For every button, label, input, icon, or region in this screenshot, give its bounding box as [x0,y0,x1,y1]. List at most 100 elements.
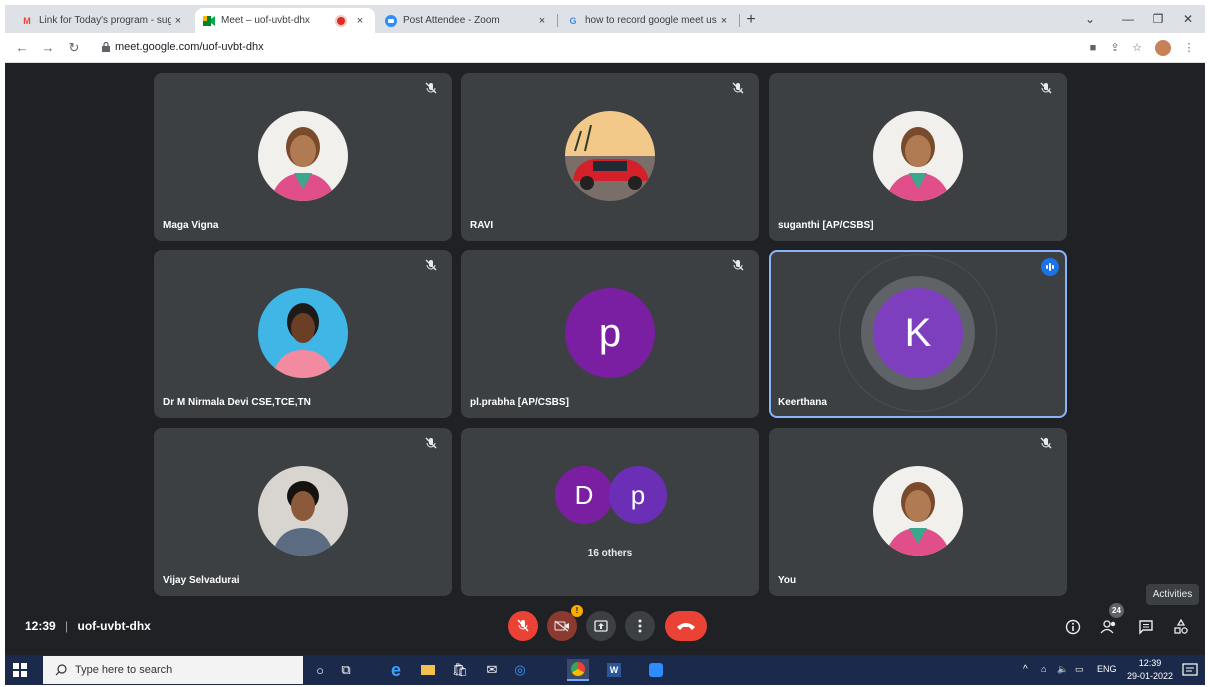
participant-tile[interactable]: p pl.prabha [AP/CSBS] [461,250,759,418]
participant-name: Maga Vigna [163,220,219,231]
profile-avatar[interactable] [1155,40,1171,56]
present-screen-button[interactable] [586,611,616,641]
participant-tile[interactable]: suganthi [AP/CSBS] [769,73,1067,241]
participant-avatar [258,288,348,378]
address-bar[interactable]: meet.google.com/uof-uvbt-dhx [115,41,264,53]
participant-name: pl.prabha [AP/CSBS] [470,397,569,408]
meeting-separator: | [65,619,69,633]
taskbar-clock[interactable]: 12:39 29-01-2022 [1125,657,1175,683]
tab-meet[interactable]: Meet – uof-uvbt-dhx × [195,8,375,33]
close-window-button[interactable]: ✕ [1173,9,1203,29]
gmail-icon: M [23,15,31,26]
chat-button[interactable] [1136,617,1156,637]
participant-tile[interactable]: Dr M Nirmala Devi CSE,TCE,TN [154,250,452,418]
close-icon[interactable]: × [535,15,549,27]
zoom-app-icon[interactable] [645,659,667,681]
taskbar-search-box[interactable]: Type here to search [43,656,303,684]
menu-kebab-icon[interactable]: ⋮ [1181,40,1197,56]
participant-avatar [565,111,655,201]
cortana-icon[interactable]: ○ [309,659,331,681]
meeting-details: 12:39 | uof-uvbt-dhx [25,619,151,633]
mic-off-icon [425,259,437,271]
back-button[interactable]: ← [13,39,31,57]
close-icon[interactable]: × [353,15,367,27]
participant-avatar: p [609,466,667,524]
word-icon[interactable]: W [603,659,625,681]
meeting-code: uof-uvbt-dhx [77,619,151,633]
browser-tab-strip: M Link for Today's program - sugan × Mee… [5,5,1205,33]
clock-time: 12:39 [1138,658,1162,668]
others-tile[interactable]: D p 16 others [461,428,759,596]
browser-toolbar: ← → ↻ meet.google.com/uof-uvbt-dhx ■ ⇪ ☆… [5,33,1205,63]
activities-tooltip: Activities [1146,584,1199,605]
participant-avatar: K [873,288,963,378]
mic-off-icon [517,619,529,632]
screen: M Link for Today's program - sugan × Mee… [5,5,1205,685]
windows-start-icon[interactable] [13,663,27,677]
tab-separator [739,14,740,27]
activities-shapes-icon [1174,619,1188,634]
audio-level-icon [1041,258,1059,276]
mic-off-icon [425,437,437,449]
participants-button[interactable] [1099,617,1119,637]
participant-avatar: p [565,288,655,378]
mic-off-icon [1040,437,1052,449]
tab-title: Link for Today's program - sugan [39,15,171,26]
tab-search-chevron-icon[interactable]: ⌄ [1075,9,1105,29]
participant-name: You [778,575,797,586]
tray-battery-icon[interactable]: ▭ [1075,664,1084,675]
chrome-icon[interactable] [567,659,589,681]
more-options-button[interactable] [625,611,655,641]
share-icon[interactable]: ⇪ [1107,40,1123,56]
participant-tile-active-speaker[interactable]: K Keerthana [769,250,1067,418]
tab-title: how to record google meet using [585,15,717,26]
task-view-icon[interactable]: ⧉ [335,659,357,681]
tab-zoom[interactable]: Post Attendee - Zoom × [377,8,557,33]
more-vert-icon [638,619,642,633]
participant-tile[interactable]: RAVI [461,73,759,241]
language-indicator[interactable]: ENG [1097,664,1117,674]
tray-volume-icon[interactable]: 🔈 [1057,664,1068,675]
camera-off-icon [554,620,569,632]
file-explorer-icon[interactable] [417,659,439,681]
meeting-info-button[interactable] [1063,617,1083,637]
participant-avatar [873,466,963,556]
close-icon[interactable]: × [171,15,185,27]
tray-chevron-icon[interactable]: ^ [1023,664,1028,675]
tray-network-icon[interactable]: ⌂ [1041,664,1046,674]
participant-avatar [873,111,963,201]
mic-off-icon [425,82,437,94]
microphone-toggle-button[interactable] [508,611,538,641]
tab-google-search[interactable]: G how to record google meet using × [559,8,739,33]
mic-off-icon [1040,82,1052,94]
forward-button[interactable]: → [39,39,57,57]
lock-icon[interactable] [102,42,110,52]
bookmark-star-icon[interactable]: ☆ [1129,40,1145,56]
edge-browser-icon[interactable]: e [385,659,407,681]
mail-icon[interactable]: ✉ [481,659,503,681]
mic-off-icon [732,82,744,94]
windows-taskbar: Type here to search ○ ⧉ e 🛍 ✉ ◎ W ^ ⌂ 🔈 … [5,655,1205,685]
camera-in-use-icon[interactable]: ■ [1085,40,1101,56]
store-icon[interactable]: 🛍 [449,659,471,681]
others-count-label: 16 others [587,548,633,559]
search-placeholder: Type here to search [75,664,173,676]
people-icon [1100,620,1116,634]
restore-button[interactable]: ❐ [1143,9,1173,29]
participant-tile[interactable]: Vijay Selvadurai [154,428,452,596]
participant-tile[interactable]: Maga Vigna [154,73,452,241]
participant-name: suganthi [AP/CSBS] [778,220,874,231]
participant-count-badge: 24 [1109,603,1124,618]
notification-center-icon[interactable] [1181,661,1199,679]
leave-call-button[interactable] [665,611,707,641]
new-tab-button[interactable]: + [741,10,761,30]
participant-avatar [258,466,348,556]
tab-gmail[interactable]: M Link for Today's program - sugan × [13,8,193,33]
close-icon[interactable]: × [717,15,731,27]
minimize-button[interactable]: — [1113,9,1143,29]
chat-icon [1139,620,1153,635]
self-tile[interactable]: You [769,428,1067,596]
reload-button[interactable]: ↻ [65,39,83,57]
safari-icon[interactable]: ◎ [509,659,531,681]
activities-button[interactable] [1171,617,1191,637]
